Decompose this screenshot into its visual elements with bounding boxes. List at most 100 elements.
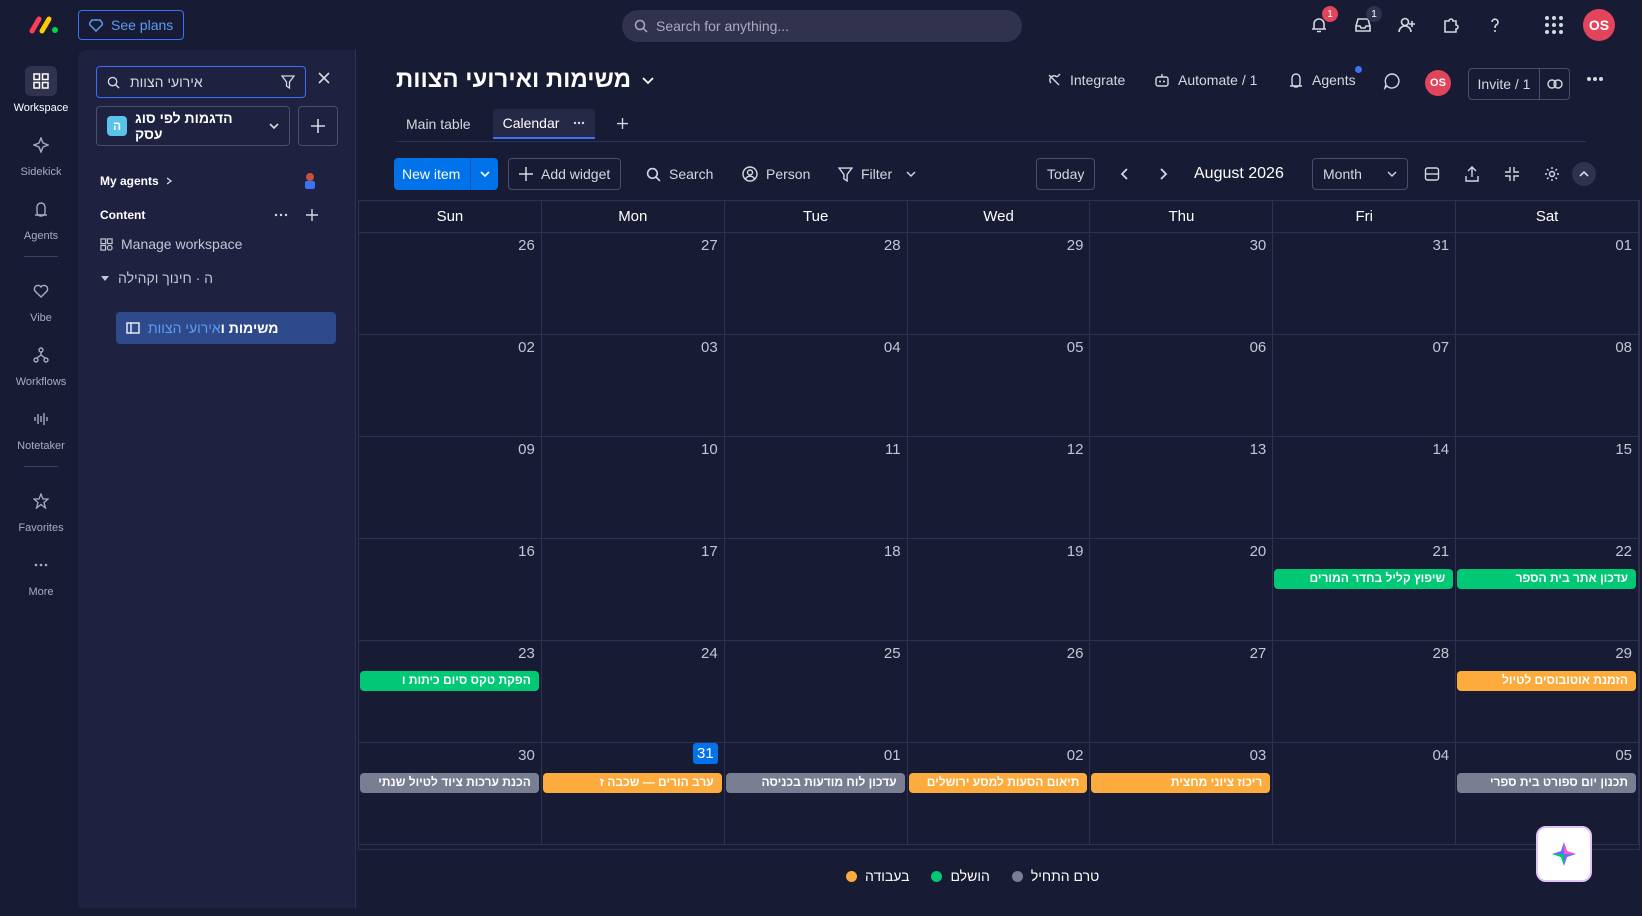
calendar-day-cell[interactable]: 23 הפקת טקס סיום כיתות ו xyxy=(359,641,542,743)
tab-options-icon[interactable] xyxy=(573,121,585,125)
calendar-day-cell[interactable]: 02 xyxy=(359,335,542,437)
calendar-day-cell[interactable]: 14 xyxy=(1273,437,1457,539)
board-member-avatar[interactable]: OS xyxy=(1425,70,1451,96)
rail-item-more[interactable]: More xyxy=(4,550,78,598)
collapse-header-chevron-up-icon[interactable] xyxy=(1572,162,1596,186)
calendar-day-cell[interactable]: 30 הכנת ערכות ציוד לטיול שנתי xyxy=(359,743,542,845)
person-filter-button[interactable]: Person xyxy=(742,158,810,190)
calendar-day-cell[interactable]: 24 xyxy=(541,641,725,743)
collapse-fullscreen-icon[interactable] xyxy=(1504,158,1520,190)
calendar-day-cell[interactable]: 25 xyxy=(724,641,908,743)
rail-item-workspace[interactable]: Workspace xyxy=(4,66,78,114)
calendar-day-cell[interactable]: 31 xyxy=(1273,233,1457,335)
help-icon[interactable] xyxy=(1482,12,1508,38)
calendar-event[interactable]: ערב הורים — שכבה ז xyxy=(542,773,722,793)
calendar-day-cell[interactable]: 27 xyxy=(541,233,725,335)
calendar-day-cell[interactable]: 09 xyxy=(359,437,542,539)
my-agents-row[interactable]: My agents xyxy=(100,172,318,190)
calendar-day-cell[interactable]: 18 xyxy=(724,539,908,641)
calendar-event[interactable]: הפקת טקס סיום כיתות ו xyxy=(360,671,539,691)
calendar-day-cell[interactable]: 26 xyxy=(907,641,1091,743)
today-button[interactable]: Today xyxy=(1036,158,1096,190)
see-plans-button[interactable]: See plans xyxy=(78,10,184,40)
filter-icon[interactable] xyxy=(281,75,295,89)
calendar-day-cell[interactable]: 10 xyxy=(541,437,725,539)
monday-logo[interactable] xyxy=(28,13,60,35)
calendar-event[interactable]: עדכון אתר בית הספר xyxy=(1457,569,1636,589)
calendar-day-cell[interactable]: 15 xyxy=(1456,437,1639,539)
calendar-day-cell[interactable]: 21 שיפוץ קליל בחדר המורים xyxy=(1273,539,1457,641)
apps-puzzle-icon[interactable] xyxy=(1438,12,1464,38)
board-title[interactable]: משימות ואירועי הצוות xyxy=(396,66,655,94)
rail-item-sidekick[interactable]: Sidekick xyxy=(4,130,78,178)
sidebar-board-item[interactable]: משימות ואירועי הצוות xyxy=(116,312,336,344)
calendar-day-cell[interactable]: 02 תיאום הסעות למסע ירושלים xyxy=(907,743,1091,845)
calendar-day-cell[interactable]: 17 xyxy=(541,539,725,641)
add-widget-button[interactable]: Add widget xyxy=(508,158,622,190)
rail-item-workflows[interactable]: Workflows xyxy=(4,340,78,388)
calendar-event[interactable]: תכנון יום ספורט בית ספרי xyxy=(1457,773,1636,793)
integrate-button[interactable]: Integrate xyxy=(1046,72,1125,88)
calendar-day-cell[interactable]: 16 xyxy=(359,539,542,641)
chevron-down-icon[interactable] xyxy=(470,158,498,190)
calendar-day-cell[interactable]: 06 xyxy=(1090,335,1274,437)
calendar-day-cell[interactable]: 29 xyxy=(907,233,1091,335)
layout-rows-icon[interactable] xyxy=(1424,158,1440,190)
rail-item-agents[interactable]: Agents xyxy=(4,194,78,242)
plus-icon[interactable] xyxy=(306,209,318,221)
calendar-day-cell[interactable]: 01 עדכון לוח מודעות בכניסה xyxy=(724,743,908,845)
calendar-day-cell[interactable]: 19 xyxy=(907,539,1091,641)
calendar-event[interactable]: שיפוץ קליל בחדר המורים xyxy=(1274,569,1454,589)
calendar-day-cell[interactable]: 22 עדכון אתר בית הספר xyxy=(1456,539,1639,641)
calendar-day-cell[interactable]: 12 xyxy=(907,437,1091,539)
calendar-day-cell[interactable]: 29 הזמנת אוטובוסים לטיול xyxy=(1456,641,1639,743)
user-avatar[interactable]: OS xyxy=(1583,9,1615,41)
calendar-day-cell[interactable]: 27 xyxy=(1090,641,1274,743)
calendar-day-cell[interactable]: 20 xyxy=(1090,539,1274,641)
calendar-day-cell[interactable]: 01 xyxy=(1456,233,1639,335)
calendar-day-cell[interactable]: 30 xyxy=(1090,233,1274,335)
tab-main-table[interactable]: Main table xyxy=(396,110,481,138)
folder-item[interactable]: ה · חינוך וקהילה xyxy=(100,270,213,286)
calendar-day-cell[interactable]: 28 xyxy=(724,233,908,335)
more-options-icon[interactable] xyxy=(274,208,288,222)
search-button[interactable]: Search xyxy=(646,158,713,190)
updates-chat-icon[interactable] xyxy=(1383,72,1401,90)
calendar-day-cell[interactable]: 28 xyxy=(1273,641,1457,743)
calendar-day-cell[interactable]: 04 xyxy=(1273,743,1457,845)
apps-grid-icon[interactable] xyxy=(1541,12,1567,38)
calendar-day-cell[interactable]: 08 xyxy=(1456,335,1639,437)
next-month-chevron-right-icon[interactable] xyxy=(1158,158,1168,190)
rail-item-favorites[interactable]: Favorites xyxy=(4,486,78,534)
new-item-button[interactable]: New item xyxy=(394,158,498,190)
calendar-day-cell[interactable]: 26 xyxy=(359,233,542,335)
sidekick-assistant-button[interactable] xyxy=(1536,826,1592,882)
manage-workspace-link[interactable]: Manage workspace xyxy=(100,236,242,252)
settings-gear-icon[interactable] xyxy=(1544,158,1560,190)
calendar-day-cell[interactable]: 11 xyxy=(724,437,908,539)
inbox-icon[interactable]: 1 xyxy=(1350,6,1382,38)
global-search-input[interactable]: Search for anything... xyxy=(622,10,1022,42)
close-icon[interactable] xyxy=(318,72,330,84)
tab-calendar[interactable]: Calendar xyxy=(492,108,596,139)
calendar-event[interactable]: הכנת ערכות ציוד לטיול שנתי xyxy=(360,773,539,793)
calendar-day-cell[interactable]: 31 ערב הורים — שכבה ז xyxy=(541,743,725,845)
calendar-day-cell[interactable]: 03 xyxy=(541,335,725,437)
export-share-icon[interactable] xyxy=(1464,158,1480,190)
calendar-day-cell[interactable]: 13 xyxy=(1090,437,1274,539)
rail-item-vibe[interactable]: Vibe xyxy=(4,276,78,324)
calendar-day-cell[interactable]: 07 xyxy=(1273,335,1457,437)
rail-item-notetaker[interactable]: Notetaker xyxy=(4,404,78,452)
calendar-day-cell[interactable]: 03 ריכוז ציוני מחצית xyxy=(1090,743,1274,845)
automate-button[interactable]: Automate / 1 xyxy=(1154,72,1257,88)
calendar-event[interactable]: עדכון לוח מודעות בכניסה xyxy=(725,773,905,793)
calendar-day-cell[interactable]: 05 xyxy=(907,335,1091,437)
agents-button[interactable]: Agents xyxy=(1288,66,1362,88)
view-mode-select[interactable]: Month xyxy=(1312,158,1408,190)
prev-month-chevron-left-icon[interactable] xyxy=(1120,158,1130,190)
board-menu-icon[interactable] xyxy=(1586,76,1604,82)
invite-members-icon[interactable] xyxy=(1394,12,1420,38)
copy-link-icon[interactable] xyxy=(1539,69,1569,99)
add-view-plus-icon[interactable] xyxy=(607,112,638,135)
calendar-event[interactable]: תיאום הסעות למסע ירושלים xyxy=(908,773,1088,793)
